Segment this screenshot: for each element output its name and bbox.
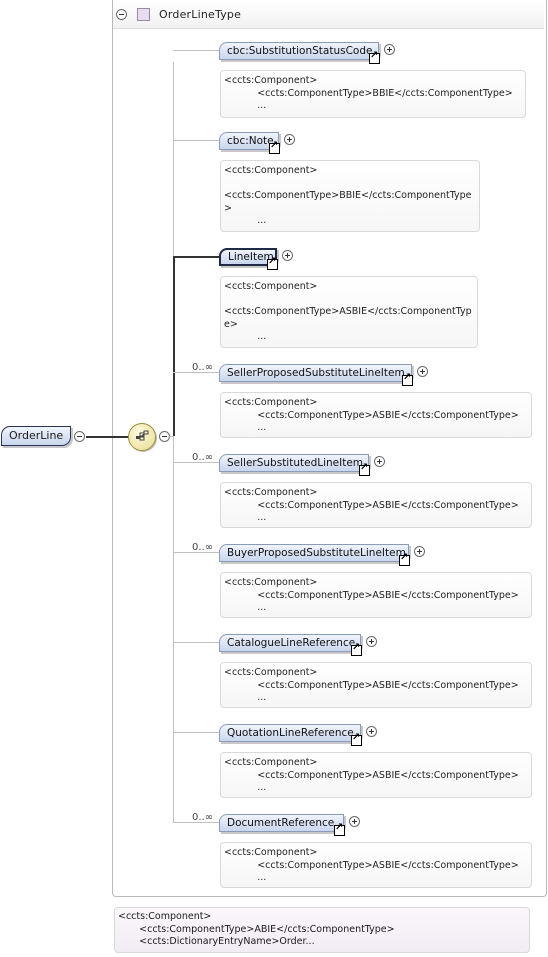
doc-text: <ccts:Component> <ccts:ComponentType>ASB… xyxy=(224,397,519,433)
cardinality-label: 0..∞ xyxy=(192,542,214,553)
element-documentation: <ccts:Component> <ccts:ComponentType>BBI… xyxy=(220,160,480,232)
root-element-orderline[interactable]: OrderLine xyxy=(1,426,72,446)
element-connector xyxy=(173,50,219,51)
doc-text: <ccts:Component> <ccts:ComponentType>ASB… xyxy=(224,667,519,703)
expand-element-icon[interactable] xyxy=(284,134,295,145)
element-box[interactable]: SellerSubstitutedLineItem xyxy=(219,454,369,472)
type-documentation: <ccts:Component> <ccts:ComponentType>ABI… xyxy=(114,907,530,953)
doc-text: <ccts:Component> <ccts:ComponentType>ASB… xyxy=(224,487,519,523)
expand-element-icon[interactable] xyxy=(282,250,293,261)
expand-element-icon[interactable] xyxy=(349,816,360,827)
element-box[interactable]: DocumentReference xyxy=(219,814,344,832)
element-documentation: <ccts:Component> <ccts:ComponentType>ASB… xyxy=(220,662,532,708)
element-documentation: <ccts:Component> <ccts:ComponentType>ASB… xyxy=(220,842,532,888)
element-documentation: <ccts:Component> <ccts:ComponentType>ASB… xyxy=(220,482,532,528)
doc-text: <ccts:Component> <ccts:ComponentType>ASB… xyxy=(224,577,519,613)
expand-element-icon[interactable] xyxy=(384,44,395,55)
reference-link-icon[interactable] xyxy=(399,552,410,566)
element-box[interactable]: BuyerProposedSubstituteLineItem xyxy=(219,544,409,562)
sequence-compositor-icon[interactable] xyxy=(128,423,156,451)
doc-text: <ccts:Component> <ccts:ComponentType>ASB… xyxy=(224,281,472,342)
root-connector xyxy=(86,436,128,438)
doc-text: <ccts:Component> <ccts:ComponentType>ASB… xyxy=(224,847,519,883)
cardinality-label: 0..∞ xyxy=(192,452,214,463)
reference-link-icon[interactable] xyxy=(269,140,280,154)
expand-element-icon[interactable] xyxy=(366,726,377,737)
element-box[interactable]: cbc:SubstitutionStatusCode xyxy=(219,42,379,60)
sequence-stub xyxy=(168,436,174,437)
reference-link-icon[interactable] xyxy=(351,732,362,746)
element-documentation: <ccts:Component> <ccts:ComponentType>ASB… xyxy=(220,572,532,618)
required-branch-line xyxy=(173,256,175,436)
reference-link-icon[interactable] xyxy=(359,462,370,476)
sequence-backbone xyxy=(173,62,174,822)
element-connector xyxy=(173,732,219,733)
cardinality-label: 0..∞ xyxy=(192,812,214,823)
element-documentation: <ccts:Component> <ccts:ComponentType>ASB… xyxy=(220,392,532,438)
collapse-type-icon[interactable] xyxy=(116,9,127,20)
expand-element-icon[interactable] xyxy=(414,546,425,557)
cardinality-label: 0..∞ xyxy=(192,362,214,373)
element-box[interactable]: CatalogueLineReference xyxy=(219,634,361,652)
element-documentation: <ccts:Component> <ccts:ComponentType>BBI… xyxy=(220,70,526,118)
element-box[interactable]: SellerProposedSubstituteLineItem xyxy=(219,364,412,382)
expand-element-icon[interactable] xyxy=(374,456,385,467)
element-connector xyxy=(173,256,219,258)
reference-link-icon[interactable] xyxy=(334,822,345,836)
reference-link-icon[interactable] xyxy=(351,642,362,656)
complex-type-icon xyxy=(137,8,150,21)
element-connector xyxy=(173,642,219,643)
reference-link-icon[interactable] xyxy=(369,50,380,64)
doc-text: <ccts:Component> <ccts:ComponentType>ASB… xyxy=(224,757,519,793)
element-box[interactable]: QuotationLineReference xyxy=(219,724,361,742)
expand-element-icon[interactable] xyxy=(417,366,428,377)
collapse-root-icon[interactable] xyxy=(74,431,85,442)
doc-text: <ccts:Component> <ccts:ComponentType>BBI… xyxy=(224,165,472,226)
element-connector xyxy=(173,140,219,141)
reference-link-icon[interactable] xyxy=(267,256,278,270)
doc-text: <ccts:Component> <ccts:ComponentType>BBI… xyxy=(224,75,513,111)
element-documentation: <ccts:Component> <ccts:ComponentType>ASB… xyxy=(220,752,532,798)
expand-element-icon[interactable] xyxy=(366,636,377,647)
reference-link-icon[interactable] xyxy=(402,372,413,386)
element-documentation: <ccts:Component> <ccts:ComponentType>ASB… xyxy=(220,276,478,348)
type-title: OrderLineType xyxy=(159,8,242,21)
